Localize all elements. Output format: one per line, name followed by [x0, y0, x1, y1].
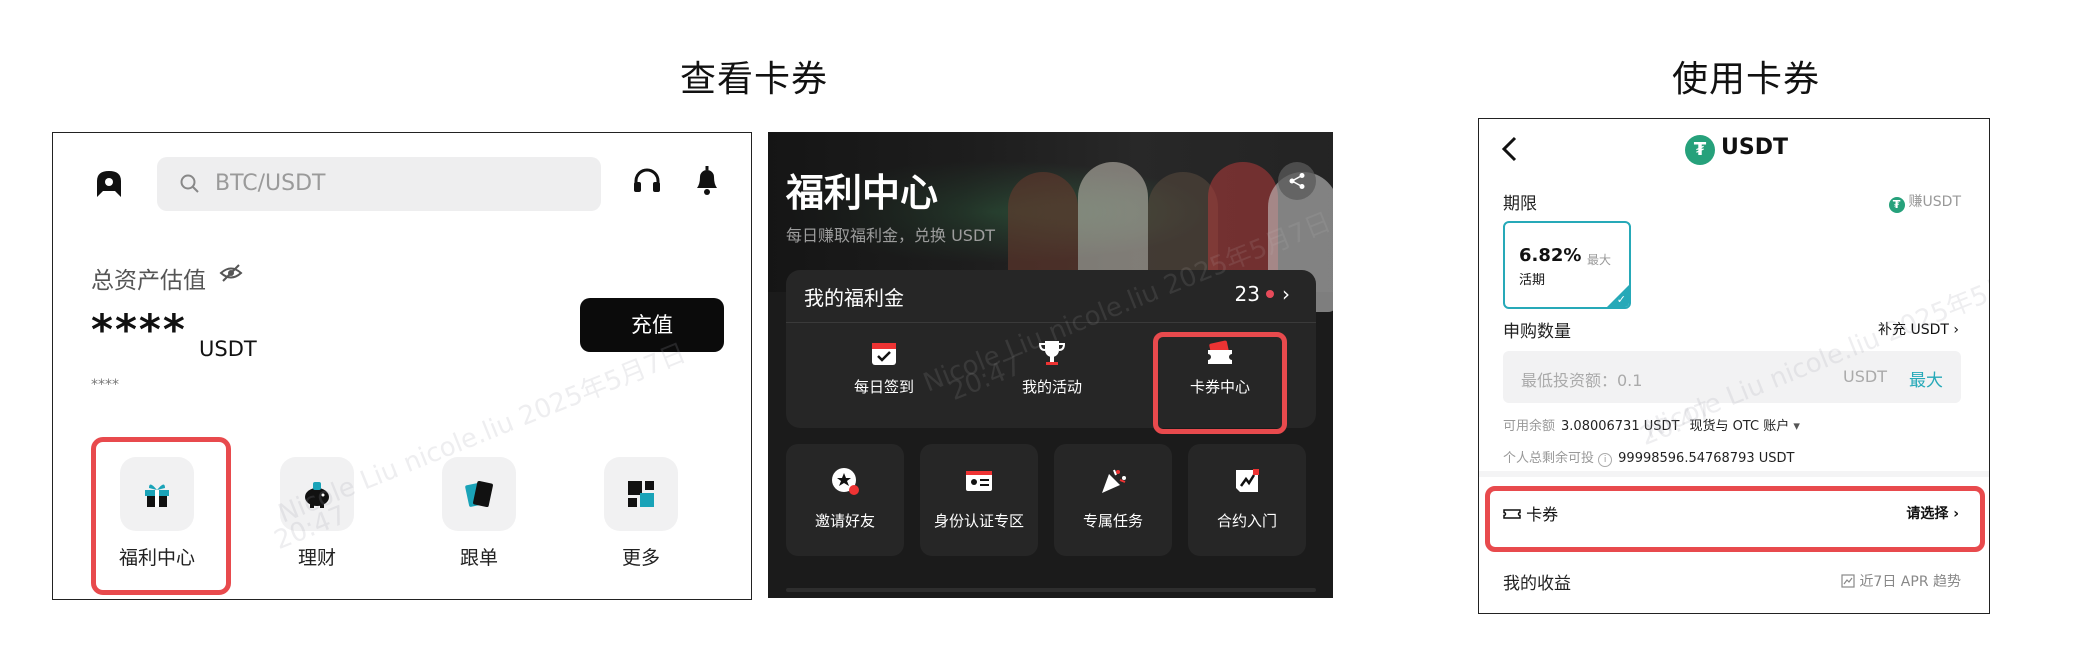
identity-verification-tile[interactable]: 身份认证专区 — [920, 444, 1038, 556]
token-name: USDT — [1721, 135, 1788, 160]
tether-small-icon: ₮ — [1888, 197, 1905, 213]
topup-text: 补充 USDT — [1878, 322, 1949, 338]
info-icon[interactable]: i — [1598, 453, 1613, 467]
search-placeholder: BTC/USDT — [215, 171, 326, 196]
recharge-button[interactable]: 充值 — [580, 298, 724, 352]
total-assets-label: 总资产估值 — [91, 268, 206, 294]
earn-usdt-text: 赚USDT — [1908, 194, 1961, 210]
check-icon: ✓ — [1616, 293, 1626, 306]
page-title: 福利中心 — [786, 171, 939, 215]
divider — [786, 588, 1316, 592]
home-screen: BTC/USDT 总资产估值 **** USDT **** 充值 福利中心 理财… — [52, 132, 752, 600]
exclusive-tasks-tile[interactable]: 专属任务 — [1054, 444, 1172, 556]
piggy-bank-icon — [305, 482, 329, 508]
back-arrow-icon[interactable] — [1499, 135, 1521, 163]
tile-more[interactable]: 更多 — [581, 457, 701, 570]
heading-use-coupons: 使用卡券 — [1672, 59, 1821, 100]
tile-label: 更多 — [621, 547, 660, 569]
masked-balance: **** — [91, 305, 187, 354]
amount-unit: USDT — [1843, 367, 1887, 386]
available-value: 3.08006731 USDT — [1561, 419, 1680, 434]
id-card-icon — [966, 471, 992, 491]
highlight-box — [91, 437, 231, 595]
welfare-count-value: 23 — [1234, 282, 1260, 306]
copy-trade-icon — [465, 480, 493, 508]
search-icon — [180, 174, 199, 193]
masked-balance-secondary: **** — [91, 377, 119, 393]
tile-label: 身份认证专区 — [933, 512, 1024, 530]
account-name: 现货与 OTC 账户 — [1689, 419, 1790, 434]
app-logo-icon — [97, 171, 121, 197]
item-label: 每日签到 — [853, 378, 914, 396]
remaining-row: 个人总剩余可投 i 99998596.54768793 USDT — [1503, 447, 1794, 467]
page-subtitle: 每日赚取福利金，兑换 USDT — [786, 226, 996, 245]
more-grid-icon — [628, 481, 654, 507]
earn-usdt-link[interactable]: ₮ 赚USDT — [1888, 191, 1961, 213]
term-rate: 6.82% — [1519, 245, 1582, 266]
tile-label: 邀请好友 — [814, 512, 875, 530]
chart-doc-icon — [1236, 469, 1259, 492]
apr-trend-text: 近7日 APR 趋势 — [1859, 574, 1961, 590]
term-label: 期限 — [1503, 194, 1537, 214]
available-label: 可用余额 — [1503, 419, 1556, 434]
trend-chart-icon — [1841, 574, 1855, 588]
share-icon — [1289, 173, 1305, 189]
tile-copy-trade[interactable]: 跟单 — [419, 457, 539, 570]
term-option-flexible[interactable]: 6.82% 最大 活期 ✓ — [1503, 221, 1631, 309]
term-type: 活期 — [1519, 273, 1546, 288]
bell-icon[interactable] — [691, 163, 723, 197]
amount-input[interactable]: 最低投资额：0.1 USDT 最大 — [1503, 351, 1961, 403]
heading-view-coupons: 查看卡券 — [680, 59, 829, 100]
topup-link[interactable]: 补充 USDT › — [1878, 319, 1959, 339]
max-button[interactable]: 最大 — [1909, 366, 1943, 391]
chevron-right-icon: › — [1282, 282, 1290, 306]
tether-logo-icon: ₮ — [1685, 135, 1715, 165]
futures-intro-tile[interactable]: 合约入门 — [1188, 444, 1306, 556]
available-balance-row: 可用余额 3.08006731 USDT 现货与 OTC 账户 ▾ — [1503, 415, 1800, 434]
party-popper-icon — [1102, 469, 1126, 493]
highlight-box — [1485, 486, 1985, 552]
remaining-label: 个人总剩余可投 — [1503, 451, 1595, 466]
tile-label: 专属任务 — [1082, 512, 1143, 530]
highlight-box — [1153, 332, 1287, 434]
daily-checkin-item[interactable]: 每日签到 — [814, 338, 954, 397]
calendar-check-icon — [872, 343, 896, 365]
caret-down-icon: ▾ — [1793, 419, 1800, 434]
term-rate-max: 最大 — [1587, 253, 1612, 267]
welfare-count[interactable]: 23 › — [1235, 282, 1290, 306]
search-input[interactable]: BTC/USDT — [157, 157, 601, 211]
remaining-value: 99998596.54768793 USDT — [1618, 451, 1795, 466]
invite-friends-tile[interactable]: 邀请好友 — [786, 444, 904, 556]
headset-icon[interactable] — [631, 165, 663, 197]
tile-label: 跟单 — [459, 547, 498, 569]
amount-placeholder: 最低投资额：0.1 — [1521, 371, 1643, 390]
notification-dot — [1266, 290, 1274, 298]
welfare-center-screen: 福利中心 每日赚取福利金，兑换 USDT 我的福利金 23 › 每日签到 我的活动… — [768, 132, 1333, 598]
welfare-card-title: 我的福利金 — [804, 286, 904, 310]
amount-label: 申购数量 — [1503, 322, 1571, 342]
my-income-label: 我的收益 — [1503, 574, 1571, 594]
subscribe-screen: ₮ USDT 期限 ₮ 赚USDT 6.82% 最大 活期 ✓ 申购数量 补充 U… — [1478, 118, 1990, 614]
apr-trend-link[interactable]: 近7日 APR 趋势 — [1841, 571, 1961, 591]
my-activities-item[interactable]: 我的活动 — [982, 338, 1122, 397]
account-dropdown[interactable]: 现货与 OTC 账户 ▾ — [1689, 419, 1799, 434]
item-label: 我的活动 — [1021, 378, 1082, 396]
chevron-right-icon: › — [1953, 322, 1959, 338]
tile-label: 理财 — [297, 547, 336, 569]
trophy-icon — [1038, 341, 1066, 365]
divider — [786, 322, 1316, 323]
eye-hidden-icon[interactable] — [219, 263, 243, 283]
invite-friends-icon — [832, 468, 859, 495]
tile-label: 合约入门 — [1216, 512, 1277, 530]
section-divider — [1479, 471, 1989, 477]
share-button[interactable] — [1278, 162, 1316, 200]
balance-unit: USDT — [199, 337, 257, 361]
tile-wealth[interactable]: 理财 — [257, 457, 377, 570]
